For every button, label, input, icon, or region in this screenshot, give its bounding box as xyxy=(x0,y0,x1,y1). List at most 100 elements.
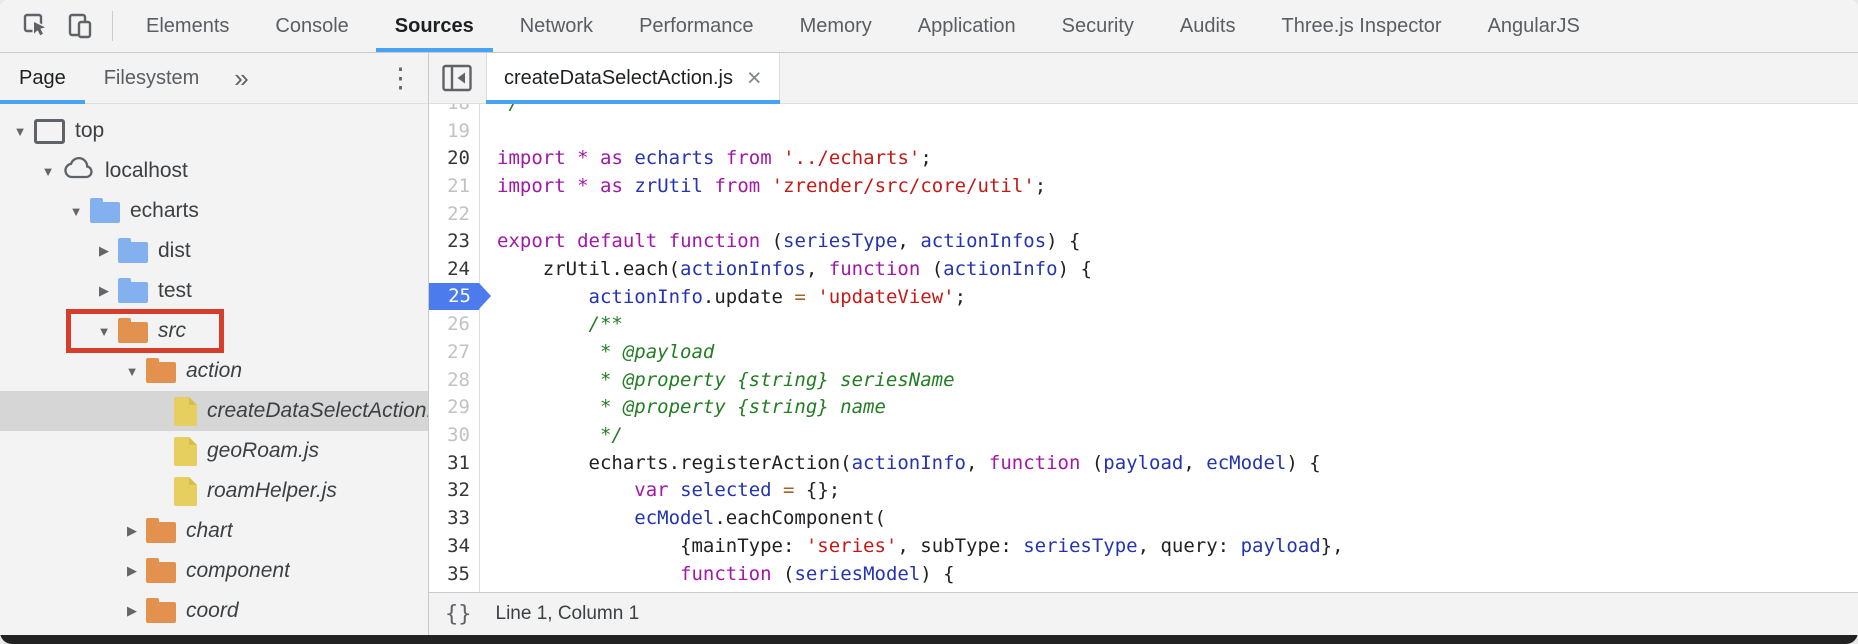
line-number-32[interactable]: 32 xyxy=(429,479,479,501)
folder-icon xyxy=(118,282,148,303)
code-line-33: 33 ecModel.eachComponent( xyxy=(429,504,1858,532)
tree-item-georoam-js[interactable]: geoRoam.js xyxy=(0,431,428,471)
tree-item-chart[interactable]: ▶ chart xyxy=(0,511,428,551)
editor-status-bar: {} Line 1, Column 1 xyxy=(429,592,1858,635)
navigator-tab-filesystem[interactable]: Filesystem xyxy=(85,53,219,103)
chevron-collapsed-icon[interactable]: ▶ xyxy=(92,243,116,259)
code-line-text: function (seriesModel) { xyxy=(479,563,955,585)
code-line-text: /** xyxy=(479,313,623,335)
line-number-22[interactable]: 22 xyxy=(429,203,479,225)
folder-icon xyxy=(146,602,176,623)
tab-network[interactable]: Network xyxy=(497,0,616,52)
chevron-expanded-icon[interactable]: ▼ xyxy=(64,204,88,219)
devtools-window: ElementsConsoleSourcesNetworkPerformance… xyxy=(0,0,1858,644)
tree-item-label: chart xyxy=(186,519,233,543)
editor-pane: createDataSelectAction.js × 18*/1920impo… xyxy=(429,53,1858,635)
line-number-27[interactable]: 27 xyxy=(429,341,479,363)
folder-icon xyxy=(118,242,148,263)
pretty-print-icon[interactable]: {} xyxy=(445,602,472,627)
tab-elements[interactable]: Elements xyxy=(123,0,252,52)
tree-item-localhost[interactable]: ▼ localhost xyxy=(0,151,428,191)
tree-item-createdataselectaction-js[interactable]: createDataSelectAction.js xyxy=(0,391,428,431)
tree-item-label: roamHelper.js xyxy=(207,479,337,503)
editor-tab-createDataSelectAction[interactable]: createDataSelectAction.js × xyxy=(486,53,780,103)
line-number-33[interactable]: 33 xyxy=(429,507,479,529)
hide-navigator-icon[interactable] xyxy=(429,53,482,103)
caret-position-label: Line 1, Column 1 xyxy=(496,603,640,625)
tab-security[interactable]: Security xyxy=(1039,0,1157,52)
cloud-icon xyxy=(62,157,95,186)
chevron-expanded-icon[interactable]: ▼ xyxy=(36,164,60,179)
source-code-editor[interactable]: 18*/1920import * as echarts from '../ech… xyxy=(429,104,1858,592)
code-line-text: * @property {string} seriesName xyxy=(479,369,955,391)
tree-item-component[interactable]: ▶component xyxy=(0,551,428,591)
tab-performance[interactable]: Performance xyxy=(616,0,777,52)
chevron-collapsed-icon[interactable]: ▶ xyxy=(120,523,144,539)
line-number-24[interactable]: 24 xyxy=(429,258,479,280)
tree-item-dist[interactable]: ▶dist xyxy=(0,231,428,271)
chevron-expanded-icon[interactable]: ▼ xyxy=(92,324,116,339)
line-number-21[interactable]: 21 xyxy=(429,175,479,197)
chevron-collapsed-icon[interactable]: ▶ xyxy=(120,563,144,579)
line-number-34[interactable]: 34 xyxy=(429,535,479,557)
line-number-31[interactable]: 31 xyxy=(429,452,479,474)
toolbar-separator xyxy=(112,11,113,41)
line-number-20[interactable]: 20 xyxy=(429,147,479,169)
code-line-32: 32 var selected = {}; xyxy=(429,477,1858,505)
chevron-expanded-icon[interactable]: ▼ xyxy=(8,124,32,139)
tree-item-label: test xyxy=(158,279,192,303)
close-tab-icon[interactable]: × xyxy=(747,66,762,91)
tab-audits[interactable]: Audits xyxy=(1157,0,1259,52)
code-line-text: import * as zrUtil from 'zrender/src/cor… xyxy=(479,175,1046,197)
line-number-19[interactable]: 19 xyxy=(429,120,479,142)
overflow-menu-icon[interactable]: ⋮ xyxy=(387,65,414,92)
tree-item-src[interactable]: ▼src xyxy=(0,311,428,351)
tab-angularjs[interactable]: AngularJS xyxy=(1465,0,1603,52)
more-tabs-icon[interactable]: » xyxy=(234,65,248,91)
chevron-expanded-icon[interactable]: ▼ xyxy=(120,364,144,379)
toolbar-tabs: ElementsConsoleSourcesNetworkPerformance… xyxy=(123,0,1603,52)
tab-memory[interactable]: Memory xyxy=(777,0,895,52)
code-line-text: * @payload xyxy=(479,341,714,363)
toolbar-icon-group xyxy=(0,12,112,40)
line-number-18[interactable]: 18 xyxy=(429,104,479,114)
file-icon xyxy=(174,397,197,426)
code-line-35: 35 function (seriesModel) { xyxy=(429,560,1858,588)
main-toolbar: ElementsConsoleSourcesNetworkPerformance… xyxy=(0,0,1858,53)
tab-three-js-inspector[interactable]: Three.js Inspector xyxy=(1258,0,1464,52)
chevron-collapsed-icon[interactable]: ▶ xyxy=(92,283,116,299)
line-number-25[interactable]: 2525 xyxy=(429,286,479,308)
line-number-23[interactable]: 23 xyxy=(429,230,479,252)
navigator-tab-page[interactable]: Page xyxy=(0,53,85,103)
code-line-text: import * as echarts from '../echarts'; xyxy=(479,147,932,169)
navigator-tabs: PageFilesystem xyxy=(0,53,218,103)
tree-item-test[interactable]: ▶ test xyxy=(0,271,428,311)
tree-item-action[interactable]: ▼ action xyxy=(0,351,428,391)
code-line-31: 31 echarts.registerAction(actionInfo, fu… xyxy=(429,449,1858,477)
tree-item-label: geoRoam.js xyxy=(207,439,319,463)
inspect-element-icon[interactable] xyxy=(22,12,50,40)
line-number-29[interactable]: 29 xyxy=(429,396,479,418)
line-number-30[interactable]: 30 xyxy=(429,424,479,446)
code-line-text: */ xyxy=(479,104,520,114)
tree-item-coord[interactable]: ▶coord xyxy=(0,591,428,631)
line-number-28[interactable]: 28 xyxy=(429,369,479,391)
editor-tab-strip: createDataSelectAction.js × xyxy=(429,53,1858,104)
line-number-26[interactable]: 26 xyxy=(429,313,479,335)
code-line-20: 20import * as echarts from '../echarts'; xyxy=(429,144,1858,172)
tree-item-label: localhost xyxy=(105,159,188,183)
code-line-text: var selected = {}; xyxy=(479,479,840,501)
tab-application[interactable]: Application xyxy=(895,0,1039,52)
execution-line-marker-arrow xyxy=(479,283,491,309)
tree-item-top[interactable]: ▼top xyxy=(0,111,428,151)
tree-item-echarts[interactable]: ▼echarts xyxy=(0,191,428,231)
tree-item-label: action xyxy=(186,359,242,383)
chevron-collapsed-icon[interactable]: ▶ xyxy=(120,603,144,619)
toggle-device-toolbar-icon[interactable] xyxy=(66,12,94,40)
tree-item-roamhelper-js[interactable]: roamHelper.js xyxy=(0,471,428,511)
code-line-text: export default function (seriesType, act… xyxy=(479,230,1080,252)
line-number-35[interactable]: 35 xyxy=(429,563,479,585)
tab-sources[interactable]: Sources xyxy=(372,0,497,52)
code-line-24: 24 zrUtil.each(actionInfos, function (ac… xyxy=(429,255,1858,283)
tab-console[interactable]: Console xyxy=(252,0,371,52)
